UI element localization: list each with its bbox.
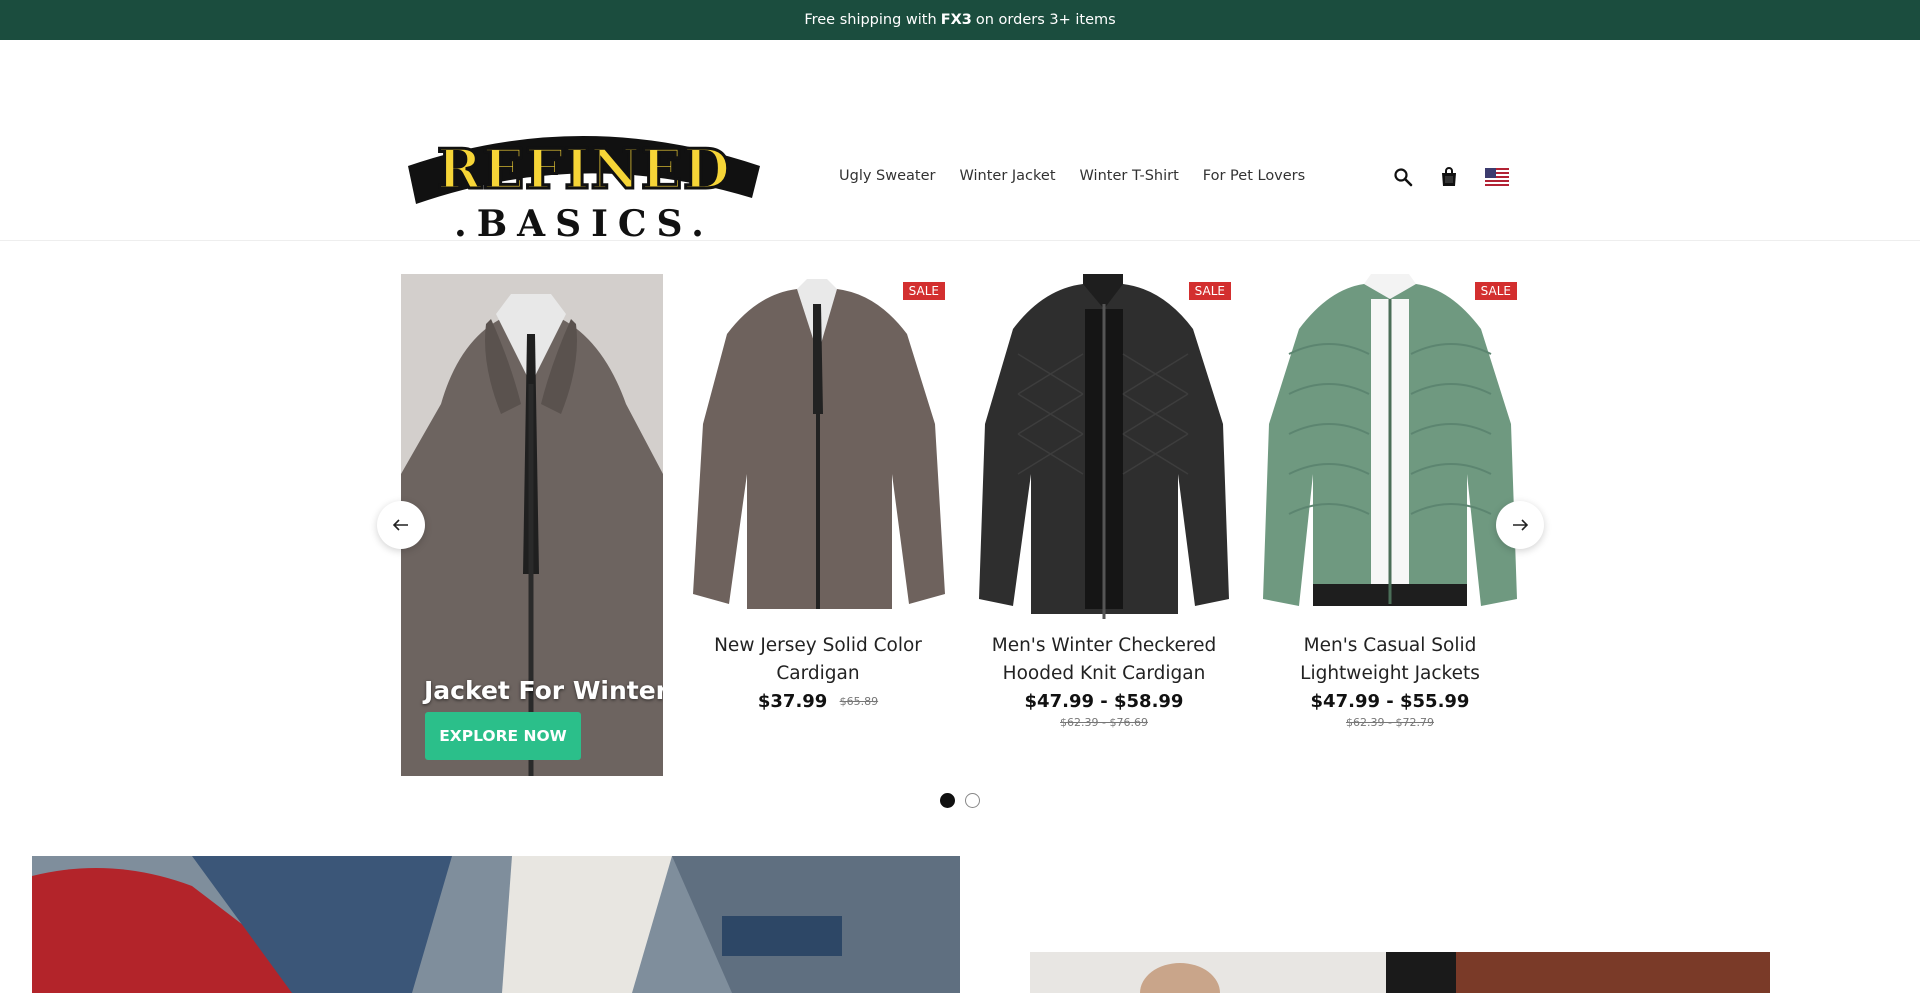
promo-title: Jacket For Winter (424, 676, 663, 705)
announcement-bar: Free shipping with FX3 on orders 3+ item… (0, 0, 1920, 40)
main-nav: Ugly Sweater Winter Jacket Winter T-Shir… (839, 168, 1305, 184)
carousel-pagination (940, 793, 980, 808)
product-price: $47.99 - $58.99 (1024, 691, 1184, 712)
product-price: $47.99 - $55.99 (1310, 691, 1470, 712)
announcement-suffix: on orders 3+ items (975, 12, 1116, 28)
product-card[interactable]: SALE New Jersey Solid Color Cardigan $37… (687, 274, 949, 716)
search-icon[interactable] (1393, 167, 1413, 187)
explore-now-button[interactable]: EXPLORE NOW (425, 712, 581, 760)
product-compare-price: $62.39 - $72.79 (1346, 716, 1434, 729)
nav-item-winter-jacket[interactable]: Winter Jacket (959, 168, 1055, 184)
cart-icon[interactable] (1439, 166, 1459, 188)
product-image[interactable]: SALE (687, 274, 949, 620)
carousel-prev-button[interactable] (377, 501, 425, 549)
product-title[interactable]: Men's Winter Checkered Hooded Knit Cardi… (973, 632, 1235, 688)
product-carousel: Jacket For Winter EXPLORE NOW SALE New J… (0, 241, 1920, 860)
logo-line1: REFINED (437, 137, 731, 201)
nav-item-pet-lovers[interactable]: For Pet Lovers (1203, 168, 1305, 184)
nav-item-winter-tshirt[interactable]: Winter T-Shirt (1080, 168, 1179, 184)
sale-badge: SALE (902, 282, 945, 300)
carousel-dot-2[interactable] (965, 793, 980, 808)
product-image[interactable]: SALE (973, 272, 1235, 620)
product-image[interactable]: SALE (1259, 274, 1521, 620)
brand-logo[interactable]: REFINED .BASICS. (402, 116, 766, 240)
sweater-banner-image[interactable] (32, 856, 960, 993)
nav-item-ugly-sweater[interactable]: Ugly Sweater (839, 168, 935, 184)
carousel-next-button[interactable] (1496, 501, 1544, 549)
announcement-code: FX3 (940, 12, 972, 28)
promo-tile[interactable]: Jacket For Winter EXPLORE NOW (401, 274, 663, 776)
product-price-row: $37.99 $65.89 (687, 688, 949, 716)
carousel-dot-1[interactable] (940, 793, 955, 808)
product-title[interactable]: New Jersey Solid Color Cardigan (687, 632, 949, 688)
product-card[interactable]: SALE Men's Winter Checkered Hooded Knit … (973, 272, 1235, 729)
product-compare-price: $62.39 - $76.69 (1060, 716, 1148, 729)
announcement-prefix: Free shipping with (804, 12, 937, 28)
sale-badge: SALE (1474, 282, 1517, 300)
arrow-left-icon (393, 519, 408, 531)
site-header: REFINED .BASICS. Ugly Sweater Winter Jac… (0, 40, 1920, 241)
model-banner-image[interactable] (1030, 952, 1818, 993)
product-price: $37.99 (757, 691, 828, 712)
us-flag-icon[interactable] (1485, 168, 1509, 186)
arrow-right-icon (1513, 519, 1528, 531)
logo-line2: .BASICS. (454, 203, 714, 240)
product-card[interactable]: SALE Men's Casual Solid Lightweight Jack… (1259, 274, 1521, 729)
header-actions (1393, 166, 1509, 188)
product-compare-price: $65.89 (839, 695, 879, 708)
product-title[interactable]: Men's Casual Solid Lightweight Jackets (1259, 632, 1521, 688)
sale-badge: SALE (1188, 282, 1231, 300)
